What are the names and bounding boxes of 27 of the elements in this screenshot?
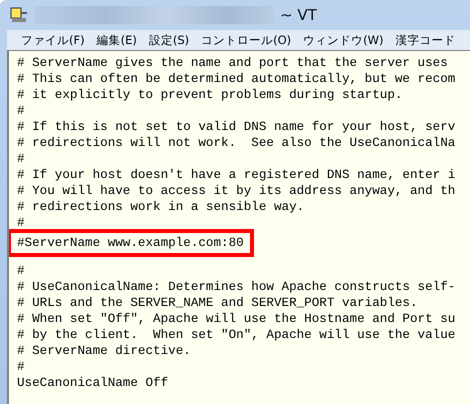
text-line: # by the client. When set "On", Apache will use the value [17,327,456,343]
text-line: # If your host doesn't have a registered DNS name, enter i [17,167,456,183]
terminal-icon [10,7,28,23]
text-line: # redirections work in a sensible way. [17,199,304,215]
menu-item[interactable]: 編集(E) [90,32,143,48]
menu-item[interactable]: 設定(S) [142,32,196,48]
text-line: # it explicitly to prevent problems during startup. [17,87,402,103]
menu-item[interactable]: 漢字コード [390,32,462,48]
text-line: # You will have to access it by its address anyway, and th [17,183,456,199]
text-line: # This can often be determined automatically, but we recom [17,71,456,87]
text-line: # ServerName directive. [17,343,191,359]
text-line: # redirections will not work. See also the UseCanonicalNa [17,135,456,151]
text-line: # If this is not set to valid DNS name for your host, serv [17,119,456,135]
text-line: # UseCanonicalName: Determines how Apache constructs self- [17,279,456,295]
window-title: ~ VT [280,6,317,24]
text-line: # [17,263,25,279]
text-line: # [17,215,25,231]
text-line: # When set "Off", Apache will use the Hostname and Port su [17,311,456,327]
text-line: UseCanonicalName Off [17,375,168,391]
menu-item[interactable]: ウィンドウ(W) [297,32,390,48]
text-line: # [17,359,25,375]
text-line: # [17,151,25,167]
text-line: # URLs and the SERVER_NAME and SERVER_PORT variables. [17,295,418,311]
text-line: # ServerName gives the name and port that the server uses [17,55,448,71]
menu-item[interactable]: ファイル(F) [15,32,91,48]
menu-item[interactable]: コントロール(O) [195,32,298,48]
text-line: # [17,103,25,119]
